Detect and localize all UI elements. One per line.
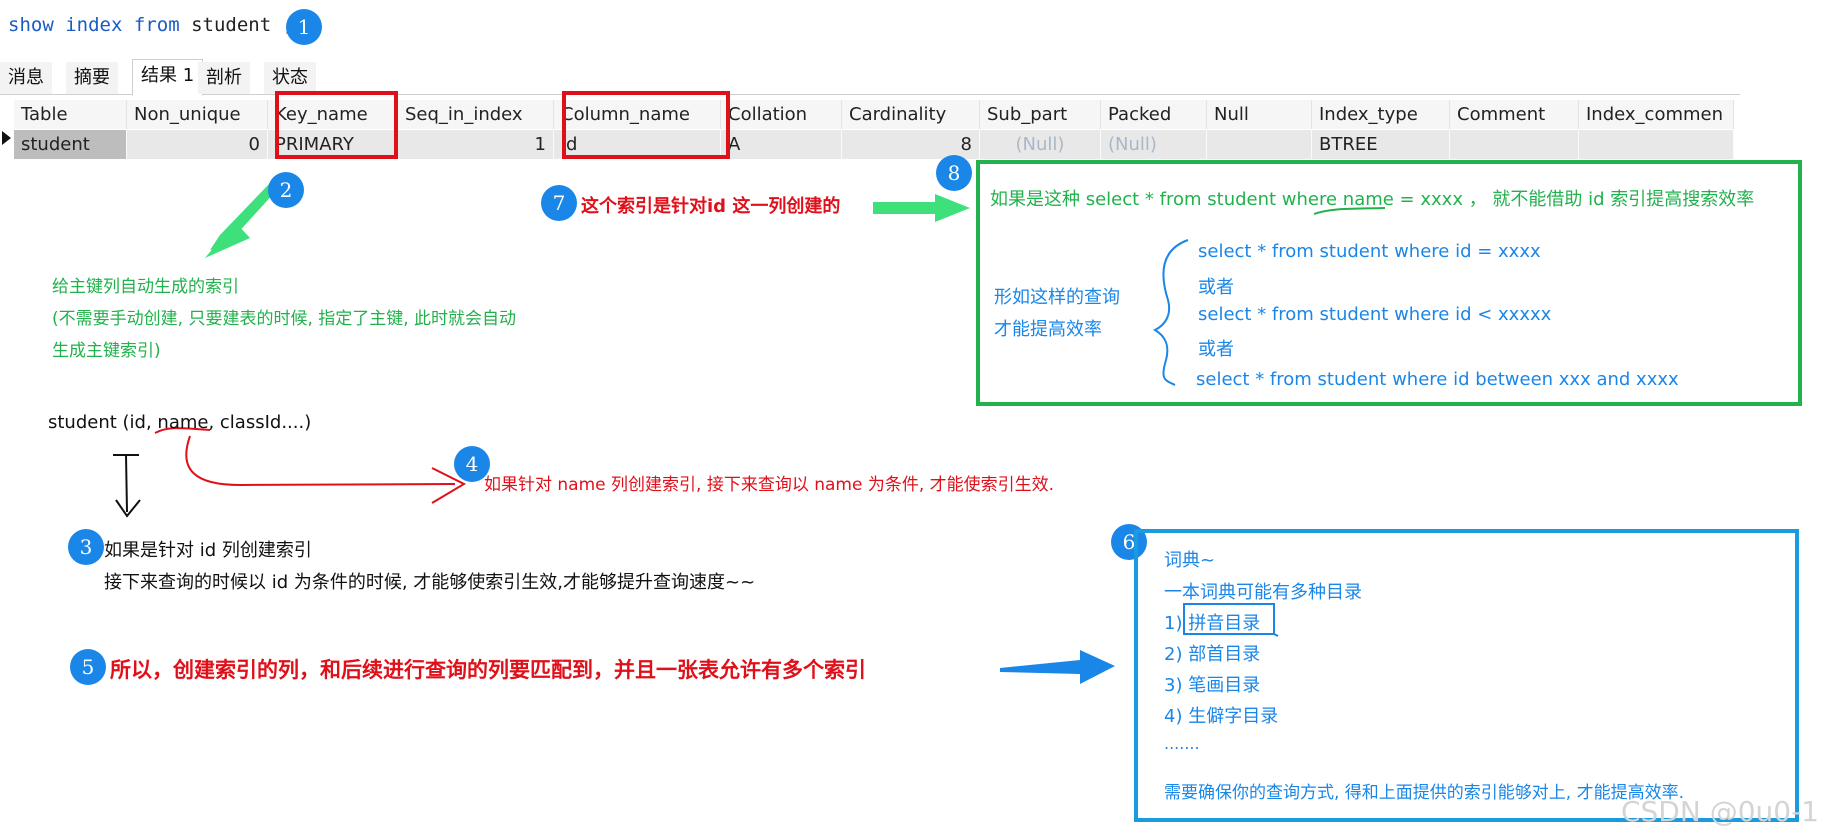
note-7: 这个索引是针对id 这一列创建的 (581, 196, 841, 217)
schema-text: student (id, name, classId....) (48, 412, 312, 433)
note-5: 所以，创建索引的列，和后续进行查询的列要匹配到，并且一张表允许有多个索引 (110, 658, 866, 682)
box-6-line-5: 3) 笔画目录 (1164, 675, 1261, 696)
box-8-or-2: 或者 (1198, 339, 1234, 360)
note-2-line-3: 生成主键索引) (52, 341, 161, 361)
badge-5: 5 (70, 649, 106, 685)
box-8-query-1: select * from student where id = xxxx (1198, 241, 1541, 262)
box-8-top: 如果是这种 select * from student where name =… (990, 189, 1755, 210)
blue-arrow-5-icon (1000, 650, 1115, 684)
badge-8: 8 (936, 155, 972, 191)
box-6-line-6: 4) 生僻字目录 (1164, 706, 1279, 727)
box-6-line-1: 词典~ (1164, 550, 1216, 571)
badge-2: 2 (268, 172, 304, 208)
red-curve-arrow-icon (185, 435, 456, 487)
box-8-left-2: 才能提高效率 (994, 319, 1102, 340)
box-6-line-3: 1) 拼音目录 (1164, 613, 1261, 634)
badge-3: 3 (68, 529, 104, 565)
note-4: 如果针对 name 列创建索引, 接下来查询以 name 为条件, 才能使索引生… (484, 475, 1055, 495)
note-3-line-1: 如果是针对 id 列创建索引 (104, 540, 312, 561)
down-arrow-id-icon (113, 454, 141, 518)
note-2-line-1: 给主键列自动生成的索引 (52, 277, 239, 297)
box-8-or-1: 或者 (1198, 277, 1234, 298)
green-arrow-7-icon (873, 194, 970, 222)
box-6-line-8: 需要确保你的查询方式, 得和上面提供的索引能够对上, 才能提高效率. (1164, 783, 1685, 803)
note-3-line-2: 接下来查询的时候以 id 为条件的时候, 才能够使索引生效,才能够提升查询速度~… (104, 572, 756, 593)
note-2-line-2: (不需要手动创建, 只要建表的时候, 指定了主键, 此时就会自动 (52, 309, 517, 329)
box-8-left-1: 形如这样的查询 (994, 287, 1120, 308)
box-6-line-2: 一本词典可能有多种目录 (1164, 582, 1362, 603)
box-6-line-4: 2) 部首目录 (1164, 644, 1261, 665)
box-8-query-3: select * from student where id between x… (1196, 369, 1679, 390)
box-6-line-7: ....... (1164, 734, 1200, 753)
badge-7: 7 (541, 185, 577, 221)
watermark: CSDN @0u0-1 (1620, 795, 1819, 828)
box-8-query-2: select * from student where id < xxxxx (1198, 304, 1552, 325)
